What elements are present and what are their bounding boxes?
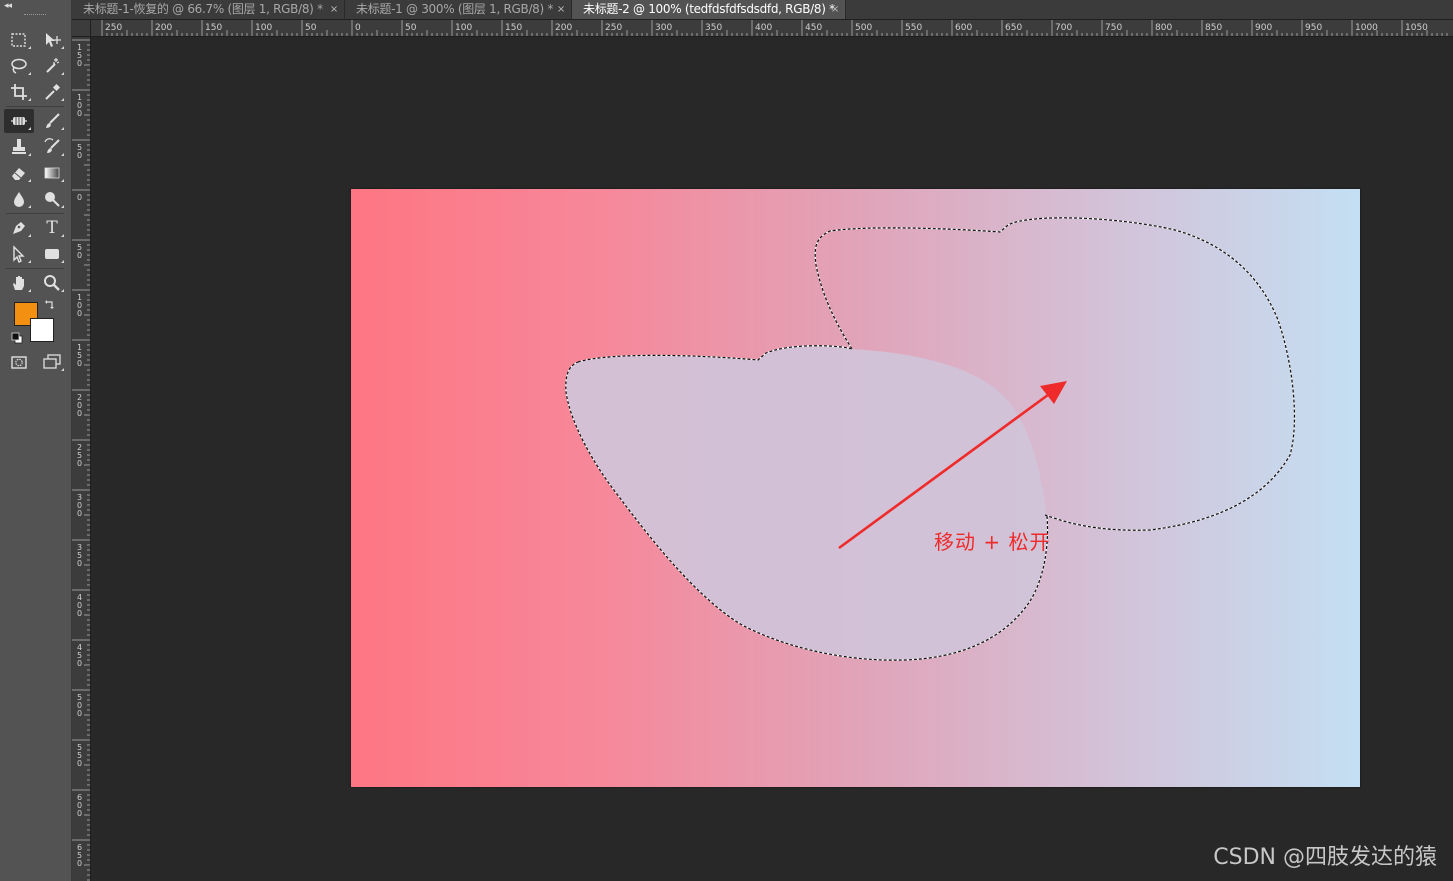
ruler-tick-label: 600 [77, 793, 82, 818]
ruler-tick-label: 0 [77, 193, 82, 202]
spot-healing-brush-icon[interactable] [4, 109, 34, 133]
screen-mode-icon[interactable] [37, 350, 67, 374]
ruler-tick-label: 500 [77, 693, 82, 718]
ruler-tick-label: 350 [705, 23, 722, 33]
ruler-origin[interactable] [72, 20, 91, 37]
close-icon[interactable]: × [557, 0, 565, 19]
ruler-tick-label: 100 [77, 93, 82, 118]
collapse-panel-icon[interactable]: ◂◂ [4, 1, 12, 11]
ruler-tick-label: 50 [405, 23, 417, 33]
ruler-tick-label: 700 [1055, 23, 1072, 33]
gradient-icon[interactable] [37, 161, 67, 185]
clone-stamp-icon[interactable] [4, 135, 34, 159]
hand-icon[interactable] [4, 271, 34, 295]
path-selection-icon[interactable] [4, 242, 34, 266]
ruler-tick-label: 600 [955, 23, 972, 33]
ruler-tick-label: 800 [1155, 23, 1172, 33]
document-canvas[interactable] [351, 189, 1360, 787]
ruler-tick-label: 200 [555, 23, 572, 33]
brush-icon[interactable] [37, 109, 67, 133]
swap-colors-icon[interactable] [44, 298, 56, 310]
ruler-tick-label: 150 [505, 23, 522, 33]
history-brush-icon[interactable] [37, 135, 67, 159]
tab-label: 未标题-1-恢复的 @ 66.7% (图层 1, RGB/8) * [83, 2, 323, 16]
ruler-tick-label: 200 [155, 23, 172, 33]
ruler-tick-label: 250 [77, 443, 82, 468]
ruler-tick-label: 650 [1005, 23, 1022, 33]
ruler-tick-label: 1000 [1355, 23, 1378, 33]
ruler-tick-label: 300 [77, 493, 82, 518]
annotation-label: 移动 + 松开 [934, 530, 1051, 554]
ruler-tick-label: 100 [255, 23, 272, 33]
pen-icon[interactable] [4, 216, 34, 240]
close-icon[interactable]: × [831, 0, 839, 19]
crop-icon[interactable] [4, 80, 34, 104]
blur-icon[interactable] [4, 187, 34, 211]
document-tab[interactable]: 未标题-1-恢复的 @ 66.7% (图层 1, RGB/8) * × [72, 0, 345, 19]
ruler-tick-label: 850 [1205, 23, 1222, 33]
tab-label: 未标题-2 @ 100% (tedfdsfdfsdsdfd, RGB/8) * [583, 2, 835, 16]
rectangle-shape-icon[interactable] [37, 242, 67, 266]
eyedropper-icon[interactable] [37, 80, 67, 104]
ruler-tick-label: 400 [755, 23, 772, 33]
ruler-tick-label: 900 [1255, 23, 1272, 33]
dodge-icon[interactable] [37, 187, 67, 211]
ruler-tick-label: 950 [1305, 23, 1322, 33]
ruler-tick-label: 750 [1105, 23, 1122, 33]
horizontal-ruler[interactable]: 250 200 150 100 50 0 50 100 150 200 250 300 350 400 45… [91, 20, 1453, 37]
ruler-tick-label: 550 [905, 23, 922, 33]
vertical-ruler[interactable]: 1501005005010015020025030035040045050055… [72, 37, 91, 881]
ruler-tick-label: 200 [77, 393, 82, 418]
close-icon[interactable]: × [330, 0, 338, 19]
tab-label: 未标题-1 @ 300% (图层 1, RGB/8) * [356, 2, 554, 16]
ruler-tick-label: 250 [605, 23, 622, 33]
ruler-tick-label: 50 [77, 143, 82, 160]
panel-grip[interactable] [24, 14, 46, 17]
watermark: CSDN @四肢发达的猿 [1213, 845, 1437, 870]
document-tab-active[interactable]: 未标题-2 @ 100% (tedfdsfdfsdsdfd, RGB/8) * … [572, 0, 846, 19]
type-icon[interactable]: T [37, 216, 67, 240]
ruler-tick-label: 1050 [1405, 23, 1428, 33]
ruler-tick-label: 550 [77, 743, 82, 768]
eraser-icon[interactable] [4, 161, 34, 185]
ruler-tick-label: 100 [77, 293, 82, 318]
ruler-tick-label: 650 [77, 843, 82, 868]
ruler-tick-label: 350 [77, 543, 82, 568]
ruler-tick-label: 150 [77, 343, 82, 368]
magic-wand-icon[interactable] [37, 54, 67, 78]
ruler-tick-label: 400 [77, 593, 82, 618]
ruler-tick-label: 150 [77, 43, 82, 68]
document-tab-bar: 未标题-1-恢复的 @ 66.7% (图层 1, RGB/8) * × 未标题-… [72, 0, 1453, 20]
ruler-tick-label: 0 [355, 23, 361, 33]
ruler-tick-label: 450 [805, 23, 822, 33]
ruler-tick-label: 50 [305, 23, 317, 33]
default-colors-icon[interactable] [11, 332, 23, 344]
move-icon[interactable] [37, 28, 67, 52]
ruler-tick-label: 50 [77, 243, 82, 260]
ruler-tick-label: 150 [205, 23, 222, 33]
tools-panel: ◂◂ T [0, 0, 72, 881]
document-tab[interactable]: 未标题-1 @ 300% (图层 1, RGB/8) * × [345, 0, 572, 19]
quick-mask-icon[interactable] [4, 350, 34, 374]
type-tool-glyph: T [46, 218, 58, 238]
ruler-tick-label: 100 [455, 23, 472, 33]
ruler-tick-label: 450 [77, 643, 82, 668]
ruler-tick-label: 500 [855, 23, 872, 33]
zoom-icon[interactable] [37, 271, 67, 295]
ruler-tick-label: 250 [105, 23, 122, 33]
rectangular-marquee-icon[interactable] [4, 28, 34, 52]
lasso-icon[interactable] [4, 54, 34, 78]
background-color-swatch[interactable] [30, 318, 54, 342]
ruler-tick-label: 300 [655, 23, 672, 33]
